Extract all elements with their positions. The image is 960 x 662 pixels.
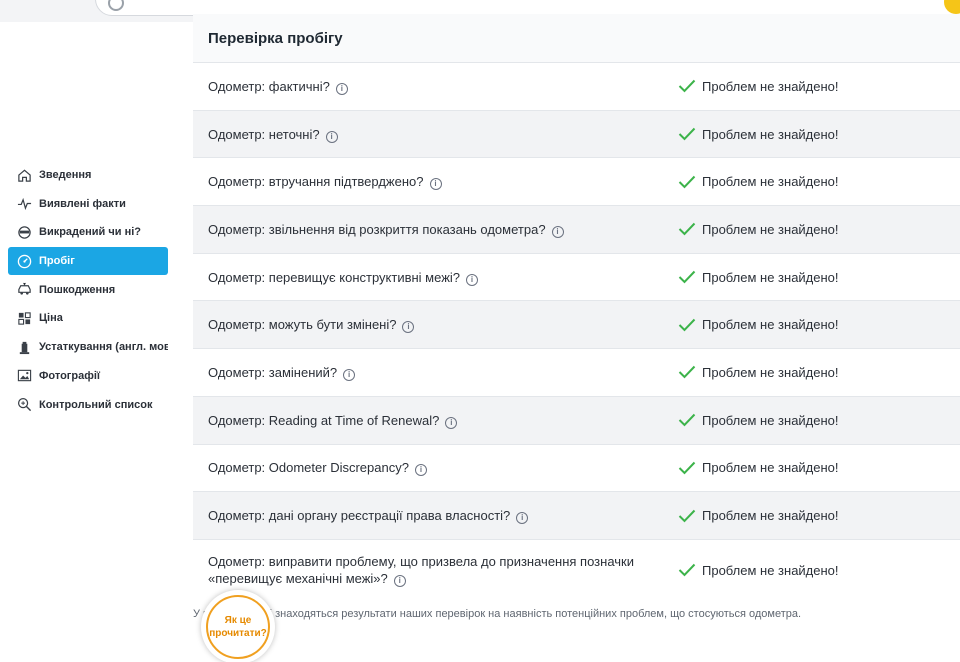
table-row: Одометр: замінений? i Проблем не знайдено… <box>193 348 960 396</box>
check-label: Одометр: дані органу реєстрації права вл… <box>208 508 511 524</box>
photo-icon <box>16 368 32 384</box>
status-text: Проблем не знайдено! <box>702 317 839 333</box>
status-text: Проблем не знайдено! <box>702 562 839 578</box>
check-icon <box>678 223 696 236</box>
sidebar-item-label: Пошкодження <box>39 283 116 296</box>
info-icon[interactable]: i <box>414 464 427 477</box>
section-footnote: У цьому розділі знаходяться результати н… <box>193 608 802 620</box>
sidebar-item-damage[interactable]: Пошкодження <box>8 276 168 304</box>
info-icon[interactable]: i <box>516 512 529 525</box>
info-icon[interactable]: i <box>325 130 338 143</box>
sidebar-item-checklist[interactable]: Контрольний список <box>8 391 168 419</box>
odometer-icon <box>16 253 32 269</box>
table-row: Одометр: фактичні? i Проблем не знайдено! <box>193 62 960 110</box>
check-label: Одометр: Odometer Discrepancy? <box>208 460 409 476</box>
check-label: Одометр: можуть бути змінені? <box>208 317 397 333</box>
check-icon <box>678 270 696 284</box>
info-icon[interactable]: i <box>551 225 564 238</box>
check-label: Одометр: Reading at Time of Renewal? <box>208 412 440 428</box>
check-icon <box>678 127 696 141</box>
table-row: Одометр: Reading at Time of Renewal? i Пр… <box>193 395 960 444</box>
table-row: Одометр: неточні? i Проблем не знайдено! <box>193 109 960 158</box>
sidebar-item-label: Викрадений чи ні? <box>39 226 141 239</box>
how-to-read-ring: Як це прочитати? <box>206 595 270 659</box>
table-row: Одометр: перевищує конструктивні межі? i … <box>193 252 960 301</box>
search-icon <box>108 0 124 11</box>
check-label: Одометр: виправити проблему, що призвела… <box>208 554 634 587</box>
sidebar-item-summary[interactable]: Зведення <box>8 161 168 189</box>
check-icon <box>678 509 696 522</box>
check-icon <box>678 175 696 189</box>
sidebar-item-label: Пробіг <box>39 255 75 268</box>
table-row: Одометр: можуть бути змінені? i Проблем н… <box>193 300 960 349</box>
check-label: Одометр: фактичні? <box>208 78 330 94</box>
status-text: Проблем не знайдено! <box>702 221 839 237</box>
sidebar-item-facts[interactable]: Виявлені факти <box>8 190 168 218</box>
table-row: Одометр: Odometer Discrepancy? i Проблем … <box>193 443 960 492</box>
help-line-1: Як це <box>224 615 252 626</box>
sidebar-item-label: Виявлені факти <box>39 197 126 210</box>
mileage-check-section: Перевірка пробігу Одометр: фактичні? i Пр… <box>193 14 960 601</box>
sidebar-item-equipment[interactable]: Устаткування (англ. мов <box>8 333 168 361</box>
sidebar-item-stolen[interactable]: Викрадений чи ні? <box>8 218 168 246</box>
sidebar-item-label: Контрольний список <box>39 398 153 411</box>
check-icon <box>678 413 696 427</box>
info-icon[interactable]: i <box>335 82 348 95</box>
info-icon[interactable]: i <box>393 575 406 588</box>
table-row: Одометр: дані органу реєстрації права вл… <box>193 491 960 539</box>
check-label: Одометр: неточні? <box>208 126 320 142</box>
check-icon <box>678 366 696 379</box>
sidebar-item-label: Зведення <box>39 169 92 181</box>
info-icon[interactable]: i <box>429 178 442 191</box>
check-label: Одометр: втручання підтверджено? <box>208 174 424 190</box>
status-text: Проблем не знайдено! <box>702 508 839 524</box>
sidebar-item-label: Устаткування (англ. мов <box>39 341 168 354</box>
status-text: Проблем не знайдено! <box>702 460 839 476</box>
equipment-icon <box>16 339 32 355</box>
check-icon <box>678 461 696 475</box>
sidebar-item-photos[interactable]: Фотографії <box>8 362 168 390</box>
info-icon[interactable]: i <box>466 273 479 286</box>
check-label: Одометр: замінений? <box>208 364 338 380</box>
info-icon[interactable]: i <box>402 321 415 334</box>
magnifier-icon <box>16 397 32 413</box>
table-row: Одометр: виправити проблему, що призвела… <box>193 538 960 601</box>
info-icon[interactable]: i <box>343 368 356 381</box>
status-text: Проблем не знайдено! <box>702 269 839 285</box>
thief-icon <box>16 224 32 240</box>
table-row: Одометр: втручання підтверджено? i Пробле… <box>193 157 960 206</box>
section-title: Перевірка пробігу <box>193 14 960 62</box>
check-label: Одометр: звільнення від розкриття показа… <box>208 221 546 237</box>
sidebar-item-label: Ціна <box>39 312 63 325</box>
how-to-read-button[interactable]: Як це прочитати? <box>201 590 275 662</box>
info-icon[interactable]: i <box>445 416 458 429</box>
price-grid-icon <box>16 310 32 326</box>
home-icon <box>16 167 32 183</box>
car-damage-icon <box>16 282 32 298</box>
status-text: Проблем не знайдено! <box>702 78 839 94</box>
check-icon <box>678 80 696 93</box>
check-label: Одометр: перевищує конструктивні межі? <box>208 269 461 285</box>
status-text: Проблем не знайдено! <box>702 412 839 428</box>
sidebar-item-label: Фотографії <box>39 369 100 382</box>
check-icon <box>678 564 696 577</box>
sidebar-item-mileage[interactable]: Пробіг <box>8 247 168 276</box>
help-line-2: прочитати? <box>209 628 267 639</box>
pulse-icon <box>16 196 32 212</box>
status-text: Проблем не знайдено! <box>702 126 839 142</box>
check-icon <box>678 318 696 332</box>
status-text: Проблем не знайдено! <box>702 364 839 380</box>
status-text: Проблем не знайдено! <box>702 174 839 190</box>
table-row: Одометр: звільнення від розкриття показа… <box>193 205 960 253</box>
sidebar: Зведення Виявлені факти Викрадений чи ні… <box>8 161 168 419</box>
sidebar-item-price[interactable]: Ціна <box>8 304 168 332</box>
